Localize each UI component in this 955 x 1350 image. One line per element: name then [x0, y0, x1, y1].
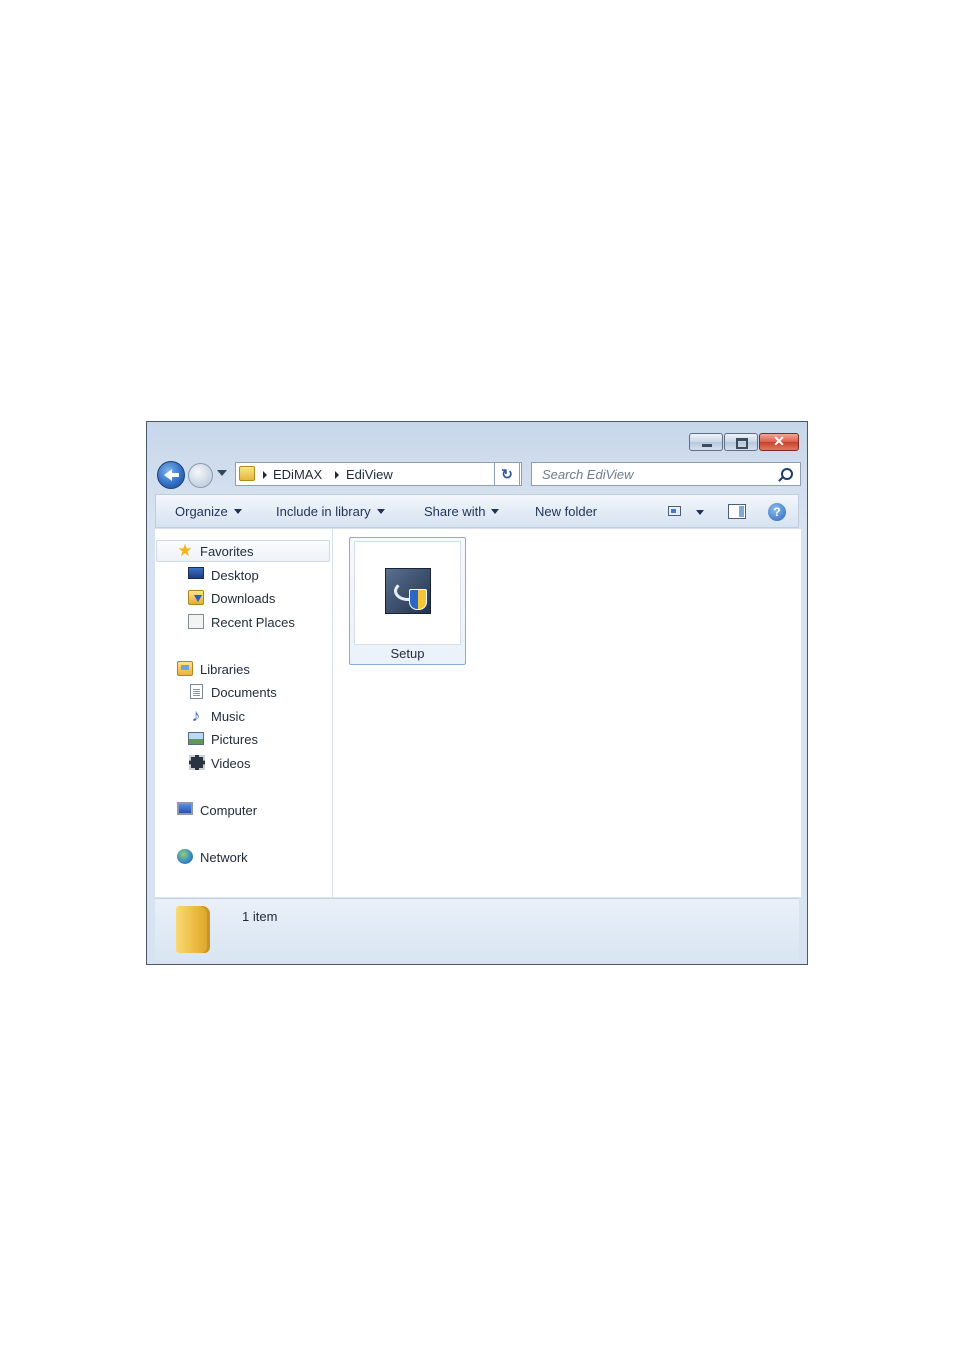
breadcrumb-ediview[interactable]: EdiView: [346, 467, 393, 482]
sidebar-item-computer[interactable]: Computer: [200, 803, 257, 818]
sidebar-item-recent-places[interactable]: Recent Places: [211, 615, 295, 630]
search-icon[interactable]: [781, 468, 793, 480]
sidebar-item-pictures[interactable]: Pictures: [211, 732, 258, 747]
organize-menu[interactable]: Organize: [175, 504, 242, 519]
refresh-icon: ↻: [501, 466, 513, 482]
file-thumbnail: [354, 541, 461, 645]
favorites-star-icon: ★: [177, 541, 193, 560]
breadcrumb-separator-icon[interactable]: [335, 471, 339, 479]
file-item-setup[interactable]: Setup: [349, 537, 466, 665]
folder-icon: [176, 906, 210, 953]
new-folder-button[interactable]: New folder: [535, 504, 597, 519]
sidebar-item-favorites[interactable]: Favorites: [200, 544, 253, 559]
help-icon[interactable]: ?: [768, 503, 786, 521]
chevron-down-icon: [376, 509, 385, 514]
setup-installer-icon: [385, 568, 431, 614]
close-icon: ✕: [773, 433, 785, 449]
minimize-button[interactable]: [689, 433, 723, 451]
sidebar-item-desktop[interactable]: Desktop: [211, 568, 259, 583]
change-view-icon[interactable]: [668, 506, 681, 516]
videos-icon: [189, 755, 205, 770]
include-in-library-menu[interactable]: Include in library: [276, 504, 385, 519]
view-options-dropdown[interactable]: [696, 510, 704, 515]
address-bar[interactable]: EDiMAX EdiView: [235, 462, 522, 486]
recent-pages-dropdown[interactable]: [217, 470, 227, 476]
sidebar-item-videos[interactable]: Videos: [211, 756, 251, 771]
sidebar-item-documents[interactable]: Documents: [211, 685, 277, 700]
preview-pane-icon[interactable]: [728, 504, 746, 519]
search-box[interactable]: [531, 462, 801, 486]
maximize-button[interactable]: [724, 433, 758, 451]
search-input[interactable]: [540, 466, 774, 483]
share-with-menu[interactable]: Share with: [424, 504, 500, 519]
libraries-icon: [177, 661, 193, 676]
refresh-button[interactable]: ↻: [494, 462, 520, 486]
navigation-bar: EDiMAX EdiView ↻: [155, 460, 801, 490]
file-list: Setup: [333, 529, 801, 897]
breadcrumb-separator-icon[interactable]: [263, 471, 267, 479]
chevron-down-icon: [233, 509, 242, 514]
desktop-icon: [188, 567, 204, 579]
explorer-window: ✕ EDiMAX EdiView ↻ Organize Include in l…: [146, 421, 808, 965]
include-in-library-label: Include in library: [276, 504, 371, 519]
sidebar-item-libraries[interactable]: Libraries: [200, 662, 250, 677]
folder-icon: [239, 466, 255, 481]
command-bar: Organize Include in library Share with N…: [155, 494, 799, 528]
organize-label: Organize: [175, 504, 228, 519]
sidebar-item-music[interactable]: Music: [211, 709, 245, 724]
forward-button[interactable]: [188, 463, 213, 488]
caption-buttons: ✕: [689, 433, 799, 451]
recent-places-icon: [188, 614, 204, 629]
sidebar-item-downloads[interactable]: Downloads: [211, 591, 275, 606]
downloads-icon: [188, 590, 204, 605]
navigation-pane: ★ Favorites Desktop Downloads Recent Pla…: [155, 529, 333, 897]
chevron-down-icon: [491, 509, 500, 514]
pictures-icon: [188, 732, 204, 745]
close-button[interactable]: ✕: [759, 433, 799, 451]
sidebar-item-network[interactable]: Network: [200, 850, 248, 865]
computer-icon: [177, 802, 193, 815]
share-with-label: Share with: [424, 504, 486, 519]
file-name: Setup: [390, 646, 425, 661]
music-icon: ♪: [191, 706, 201, 725]
details-pane: 1 item: [155, 898, 799, 961]
breadcrumb-edimax[interactable]: EDiMAX: [273, 467, 322, 482]
documents-icon: [190, 684, 203, 699]
back-button[interactable]: [157, 461, 185, 489]
item-count: 1 item: [242, 909, 278, 924]
network-icon: [177, 849, 193, 864]
